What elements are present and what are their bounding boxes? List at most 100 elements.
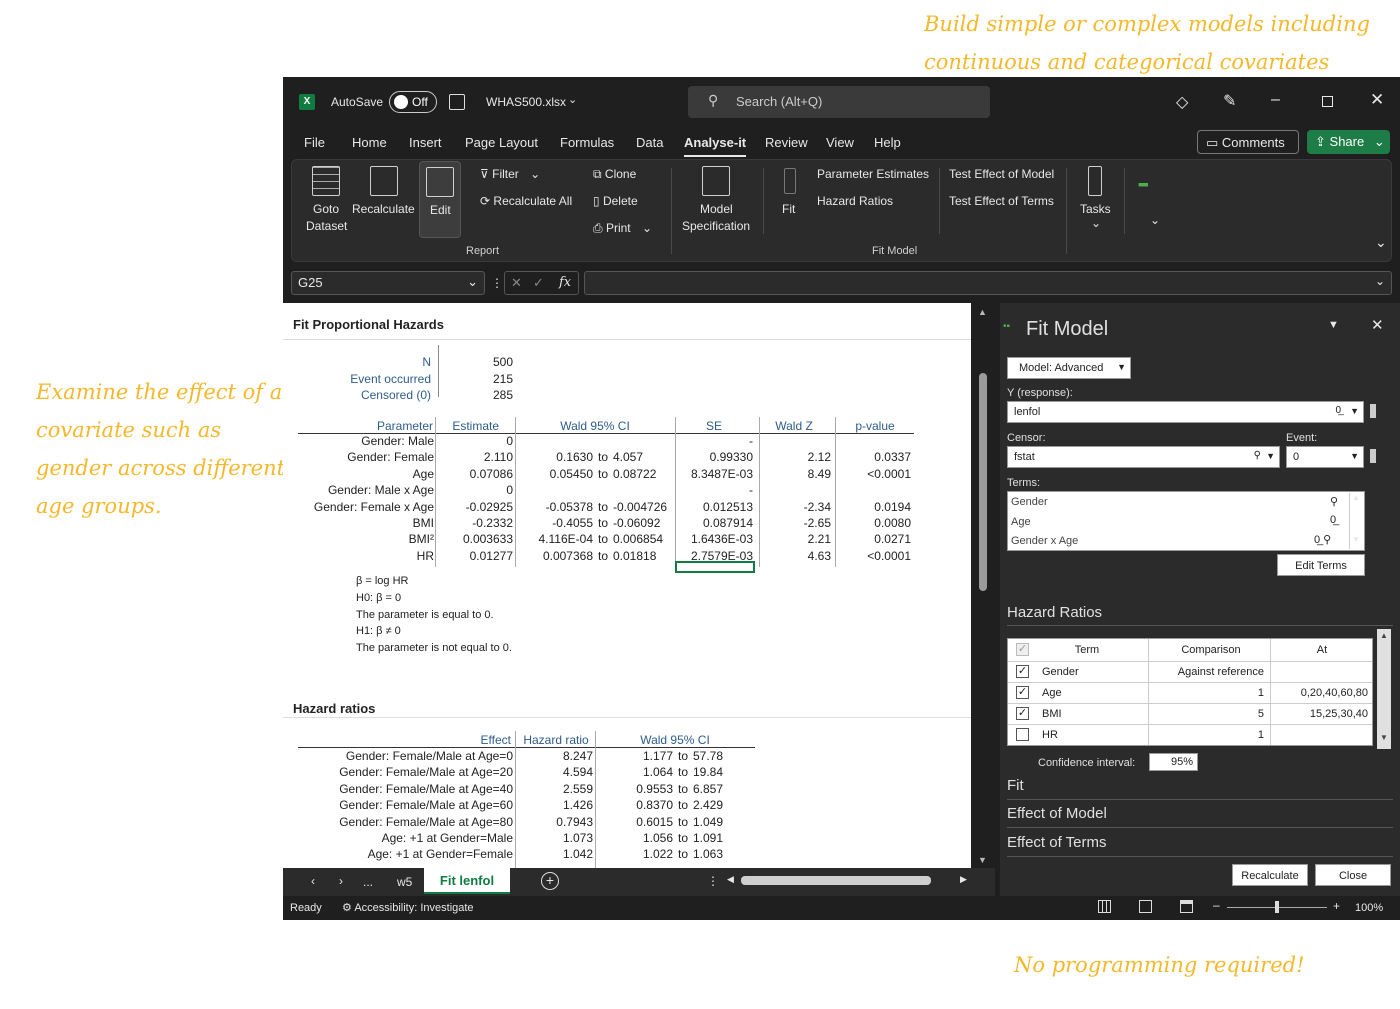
filter-button[interactable]: ⊽ Filter ⌄ <box>480 167 540 181</box>
pane-close-icon[interactable]: ✕ <box>1371 316 1384 334</box>
h-scroll-thumb[interactable] <box>741 876 931 885</box>
pane-options-icon[interactable]: ▼ <box>1328 319 1339 331</box>
grid-row-checkbox[interactable]: ✓ <box>1016 665 1029 678</box>
name-box[interactable]: G25 ⌄ <box>291 271 485 295</box>
normal-view-icon[interactable] <box>1098 900 1111 913</box>
close-pane-button[interactable]: Close <box>1315 864 1391 886</box>
event-field[interactable]: 0 ▼ <box>1286 446 1364 468</box>
scroll-left-icon[interactable]: ◀ <box>727 874 734 885</box>
check-icon[interactable]: ✓ <box>533 275 544 291</box>
grid-row-checkbox[interactable]: ✓ <box>1016 686 1029 699</box>
menu-analyse-it[interactable]: Analyse-it <box>684 135 747 157</box>
grid-scrollbar[interactable]: ▲ ▼ <box>1377 629 1391 749</box>
effect-of-terms-section[interactable]: Effect of Terms <box>1007 834 1107 851</box>
add-sheet-icon[interactable]: + <box>541 872 559 890</box>
grid-comparison[interactable]: 5 <box>1150 708 1264 720</box>
fx-icon[interactable]: fx <box>559 275 571 290</box>
menu-formulas[interactable]: Formulas <box>560 135 614 155</box>
menu-file[interactable]: File <box>304 135 325 155</box>
term-item[interactable]: Gender <box>1011 496 1048 508</box>
confidence-interval-input[interactable]: 95% <box>1149 753 1198 771</box>
grid-row-checkbox[interactable] <box>1016 728 1029 741</box>
event-options-icon[interactable] <box>1370 449 1376 463</box>
comments-button[interactable]: ▭ Comments <box>1197 130 1299 154</box>
minimize-icon[interactable]: – <box>1271 91 1280 109</box>
menu-help[interactable]: Help <box>874 135 901 155</box>
parameter-estimates-button[interactable]: Parameter Estimates <box>817 167 929 181</box>
terms-scrollbar[interactable]: ▲ ▼ <box>1349 493 1363 549</box>
goto-dataset-button[interactable]: Goto Dataset <box>300 164 350 236</box>
menu-insert[interactable]: Insert <box>409 135 442 155</box>
chevron-down-icon[interactable]: ⌄ <box>1150 213 1160 227</box>
filename[interactable]: WHAS500.xlsx <box>486 95 566 109</box>
page-break-view-icon[interactable] <box>1180 900 1193 913</box>
print-button[interactable]: ⎙ Print ⌄ <box>593 221 652 236</box>
y-response-options-icon[interactable] <box>1370 404 1376 418</box>
grid-at[interactable]: 0,20,40,60,80 <box>1272 687 1368 699</box>
hazard-ratios-grid[interactable]: ✓ Term Comparison At ✓ Gender Against referenc… <box>1007 638 1373 746</box>
y-response-field[interactable]: lenfol 0̲ ▼ <box>1007 401 1364 423</box>
tab-more[interactable]: ... <box>363 875 373 889</box>
worksheet[interactable]: Fit Proportional Hazards N 500 Event occur… <box>283 303 971 868</box>
delete-button[interactable]: ▯ Delete <box>593 194 638 208</box>
menu-data[interactable]: Data <box>636 135 663 155</box>
effect-of-model-section[interactable]: Effect of Model <box>1007 805 1107 822</box>
tasks-button[interactable]: Tasks ⌄ <box>1072 164 1118 236</box>
recalculate-button[interactable]: Recalculate <box>352 164 416 236</box>
menu-home[interactable]: Home <box>352 135 387 155</box>
model-dropdown[interactable]: Model: Advanced ▼ <box>1007 357 1131 379</box>
grid-comparison[interactable]: Against reference <box>1150 666 1264 678</box>
search-box[interactable]: ⚲ Search (Alt+Q) <box>688 86 990 118</box>
save-icon[interactable] <box>449 94 465 110</box>
more-icon[interactable]: ⋮ <box>491 276 503 290</box>
diamond-icon[interactable]: ◇ <box>1176 92 1188 112</box>
tab-prev-icon[interactable]: ‹ <box>311 874 315 888</box>
hazard-ratios-button[interactable]: Hazard Ratios <box>817 194 893 208</box>
menu-page-layout[interactable]: Page Layout <box>465 135 538 155</box>
horizontal-scrollbar[interactable]: ◀ ▶ <box>727 872 977 890</box>
accessibility-status[interactable]: ⚙ Accessibility: Investigate <box>342 901 474 914</box>
share-button[interactable]: ⇪ Share ⌄ <box>1307 130 1390 154</box>
analyse-it-icon[interactable]: ▪▪▪ <box>1138 176 1172 192</box>
grid-row-checkbox[interactable]: ✓ <box>1016 707 1029 720</box>
autosave-toggle[interactable]: Off <box>389 91 437 113</box>
maximize-icon[interactable] <box>1322 96 1333 107</box>
recalculate-all-button[interactable]: ⟳ Recalculate All <box>480 194 572 208</box>
test-effect-terms-button[interactable]: Test Effect of Terms <box>949 194 1054 208</box>
pen-icon[interactable]: ✎ <box>1223 91 1236 111</box>
fit-button[interactable]: Fit <box>768 164 812 236</box>
vertical-scrollbar[interactable]: ▲ ▼ <box>971 303 995 868</box>
selected-cell[interactable] <box>675 561 755 573</box>
zoom-in-icon[interactable]: + <box>1333 899 1340 913</box>
formula-input[interactable]: ⌄ <box>584 271 1392 295</box>
clone-button[interactable]: ⧉ Clone <box>593 167 636 182</box>
tab-w5[interactable]: w5 <box>397 875 412 889</box>
menu-view[interactable]: View <box>826 135 854 155</box>
censor-field[interactable]: fstat ⚲ ▼ <box>1007 446 1280 468</box>
test-effect-model-button[interactable]: Test Effect of Model <box>949 167 1054 181</box>
zoom-slider[interactable] <box>1227 901 1327 913</box>
menu-review[interactable]: Review <box>765 135 808 155</box>
recalculate-pane-button[interactable]: Recalculate <box>1232 864 1308 886</box>
tab-next-icon[interactable]: › <box>339 874 343 888</box>
cancel-icon[interactable]: ✕ <box>511 275 522 291</box>
page-layout-view-icon[interactable] <box>1139 900 1152 913</box>
model-specification-button[interactable]: Model Specification <box>676 164 758 236</box>
scroll-down-icon[interactable]: ▼ <box>978 855 987 865</box>
zoom-out-icon[interactable]: – <box>1213 898 1220 912</box>
edit-button[interactable]: Edit <box>419 161 461 238</box>
terms-list[interactable]: Gender Age Gender x Age ⚲ 0̲ 0̲ ⚲ ▲ ▼ <box>1007 491 1365 551</box>
scroll-right-icon[interactable]: ▶ <box>960 874 967 885</box>
zoom-level[interactable]: 100% <box>1355 902 1383 914</box>
grid-comparison[interactable]: 1 <box>1150 729 1264 741</box>
grid-comparison[interactable]: 1 <box>1150 687 1264 699</box>
ribbon-collapse-icon[interactable]: ⌄ <box>1375 234 1387 251</box>
hazard-ratios-section[interactable]: Hazard Ratios <box>1007 604 1102 621</box>
term-item[interactable]: Age <box>1011 516 1031 528</box>
scroll-up-icon[interactable]: ▲ <box>978 307 987 317</box>
close-icon[interactable]: ✕ <box>1370 90 1384 110</box>
term-item[interactable]: Gender x Age <box>1011 535 1078 547</box>
scroll-thumb[interactable] <box>979 373 987 591</box>
fit-section[interactable]: Fit <box>1007 777 1024 794</box>
zoom-thumb[interactable] <box>1275 901 1279 913</box>
